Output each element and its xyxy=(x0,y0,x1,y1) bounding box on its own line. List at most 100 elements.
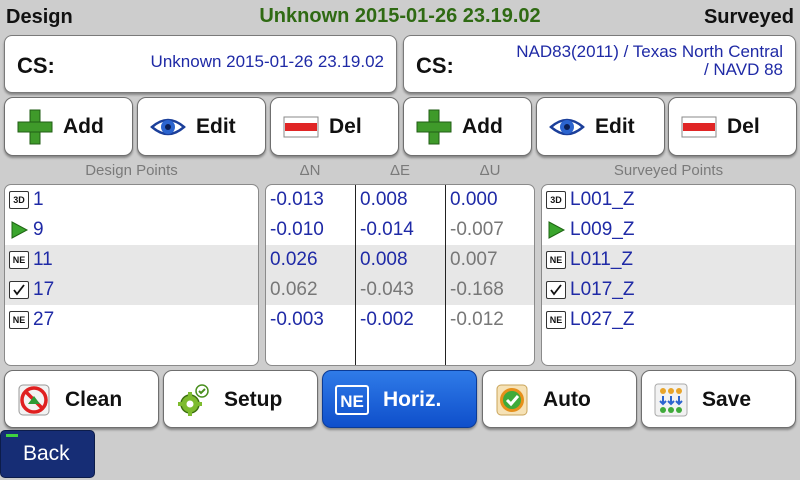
surveyed-points-list[interactable]: 3D L001_Z L009_Z NE L011_Z L017_Z NE L027_Z xyxy=(541,184,796,366)
surveyed-cs-value: NAD83(2011) / Texas North Central / NAVD… xyxy=(463,43,783,79)
svg-text:NE: NE xyxy=(340,392,364,411)
point-name: L027_Z xyxy=(570,309,635,330)
delta-row: 0.026 0.008 0.007 xyxy=(266,245,534,275)
delta-de-value: -0.002 xyxy=(360,309,414,330)
surveyed-add-label: Add xyxy=(462,115,503,138)
plus-icon xyxy=(416,109,452,145)
back-label: Back xyxy=(23,442,70,465)
design-del-button[interactable]: Del xyxy=(270,97,399,156)
design-point-row[interactable]: NE 11 xyxy=(5,245,258,275)
check-icon xyxy=(9,281,29,299)
point-name: L017_Z xyxy=(570,279,635,300)
minus-icon xyxy=(681,116,717,138)
header-bar: Design Unknown 2015-01-26 23.19.02 Surve… xyxy=(0,0,800,34)
surveyed-edit-label: Edit xyxy=(595,115,635,138)
delta-row: -0.003 -0.002 -0.012 xyxy=(266,305,534,335)
delta-de-value: -0.043 xyxy=(360,279,414,300)
surveyed-cs-value-line2: / NAVD 88 xyxy=(703,60,783,79)
design-points-list[interactable]: 3D 1 9 NE 11 17 NE 27 xyxy=(4,184,259,366)
delta-de-value: 0.008 xyxy=(360,249,408,270)
surveyed-cs-field[interactable]: CS: NAD83(2011) / Texas North Central / … xyxy=(403,35,796,93)
delta-du-value: 0.000 xyxy=(450,189,498,210)
delta-dn-value: -0.013 xyxy=(270,189,324,210)
delta-u-header: ΔU xyxy=(479,162,501,179)
point-name: L001_Z xyxy=(570,189,635,210)
delta-n-header: ΔN xyxy=(299,162,321,179)
plus-icon xyxy=(17,109,53,145)
3d-icon: 3D xyxy=(9,191,29,209)
surveyed-add-button[interactable]: Add xyxy=(403,97,532,156)
delta-row: -0.010 -0.014 -0.007 xyxy=(266,215,534,245)
surveyed-point-row[interactable]: NE L027_Z xyxy=(542,305,795,335)
indicator-tick xyxy=(6,434,18,437)
design-point-row[interactable]: 9 xyxy=(5,215,258,245)
stakeout-arrow-icon xyxy=(9,221,29,239)
design-del-label: Del xyxy=(329,115,362,138)
design-edit-button[interactable]: Edit xyxy=(137,97,266,156)
column-divider xyxy=(445,185,446,365)
delta-row: 0.062 -0.043 -0.168 xyxy=(266,275,534,305)
delta-row: -0.013 0.008 0.000 xyxy=(266,185,534,215)
point-name: L009_Z xyxy=(570,219,635,240)
design-point-row[interactable]: 17 xyxy=(5,275,258,305)
point-name: 17 xyxy=(33,279,55,300)
save-button[interactable]: Save xyxy=(641,370,796,428)
delta-dn-value: 0.026 xyxy=(270,249,318,270)
delta-du-value: -0.007 xyxy=(450,219,504,240)
point-name: 11 xyxy=(33,249,53,270)
auto-label: Auto xyxy=(543,388,591,411)
delta-e-header: ΔE xyxy=(389,162,411,179)
delta-dn-value: -0.010 xyxy=(270,219,324,240)
delta-du-value: -0.012 xyxy=(450,309,504,330)
design-point-row[interactable]: NE 27 xyxy=(5,305,258,335)
delta-de-value: -0.014 xyxy=(360,219,414,240)
delta-dn-value: -0.003 xyxy=(270,309,324,330)
surveyed-point-row[interactable]: 3D L001_Z xyxy=(542,185,795,215)
eye-icon xyxy=(150,118,186,136)
delta-du-value: -0.168 xyxy=(450,279,504,300)
column-divider xyxy=(355,185,356,365)
setup-button[interactable]: Setup xyxy=(163,370,318,428)
design-cs-value: Unknown 2015-01-26 23.19.02 xyxy=(150,52,384,71)
surveyed-del-button[interactable]: Del xyxy=(668,97,797,156)
horiz-button[interactable]: NE Horiz. xyxy=(322,370,477,428)
setup-label: Setup xyxy=(224,388,283,411)
gear-icon xyxy=(178,384,209,416)
delta-de-value: 0.008 xyxy=(360,189,408,210)
clean-button[interactable]: Clean xyxy=(4,370,159,428)
clean-icon xyxy=(18,384,50,416)
point-name: 1 xyxy=(33,189,44,210)
ne-icon: NE xyxy=(546,251,566,269)
auto-check-icon xyxy=(496,384,528,416)
surveyed-cs-label: CS: xyxy=(416,53,454,78)
eye-icon xyxy=(549,118,585,136)
design-points-header: Design Points xyxy=(85,162,178,179)
surveyed-edit-button[interactable]: Edit xyxy=(536,97,665,156)
design-add-button[interactable]: Add xyxy=(4,97,133,156)
stakeout-arrow-icon xyxy=(546,221,566,239)
point-name: L011_Z xyxy=(570,249,634,270)
design-add-label: Add xyxy=(63,115,104,138)
point-name: 27 xyxy=(33,309,55,330)
clean-label: Clean xyxy=(65,388,123,411)
design-edit-label: Edit xyxy=(196,115,236,138)
save-points-icon xyxy=(654,383,688,417)
surveyed-point-row[interactable]: L009_Z xyxy=(542,215,795,245)
back-button[interactable]: Back xyxy=(0,430,95,478)
surveyed-points-header: Surveyed Points xyxy=(613,162,724,179)
minus-icon xyxy=(283,116,319,138)
design-cs-label: CS: xyxy=(17,53,55,78)
surveyed-del-label: Del xyxy=(727,115,760,138)
auto-button[interactable]: Auto xyxy=(482,370,637,428)
surveyed-cs-value-line1: NAD83(2011) / Texas North Central xyxy=(516,42,783,61)
delta-table: -0.003 -0.002 -0.012 0.062 -0.043 -0.168 0.026… xyxy=(265,184,535,366)
design-cs-field[interactable]: CS: Unknown 2015-01-26 23.19.02 xyxy=(4,35,397,93)
surveyed-point-row[interactable]: L017_Z xyxy=(542,275,795,305)
surveyed-point-row[interactable]: NE L011_Z xyxy=(542,245,795,275)
surveyed-title: Surveyed xyxy=(703,6,794,28)
save-label: Save xyxy=(702,388,752,411)
ne-icon: NE xyxy=(9,311,29,329)
point-name: 9 xyxy=(33,219,44,240)
3d-icon: 3D xyxy=(546,191,566,209)
design-point-row[interactable]: 3D 1 xyxy=(5,185,258,215)
